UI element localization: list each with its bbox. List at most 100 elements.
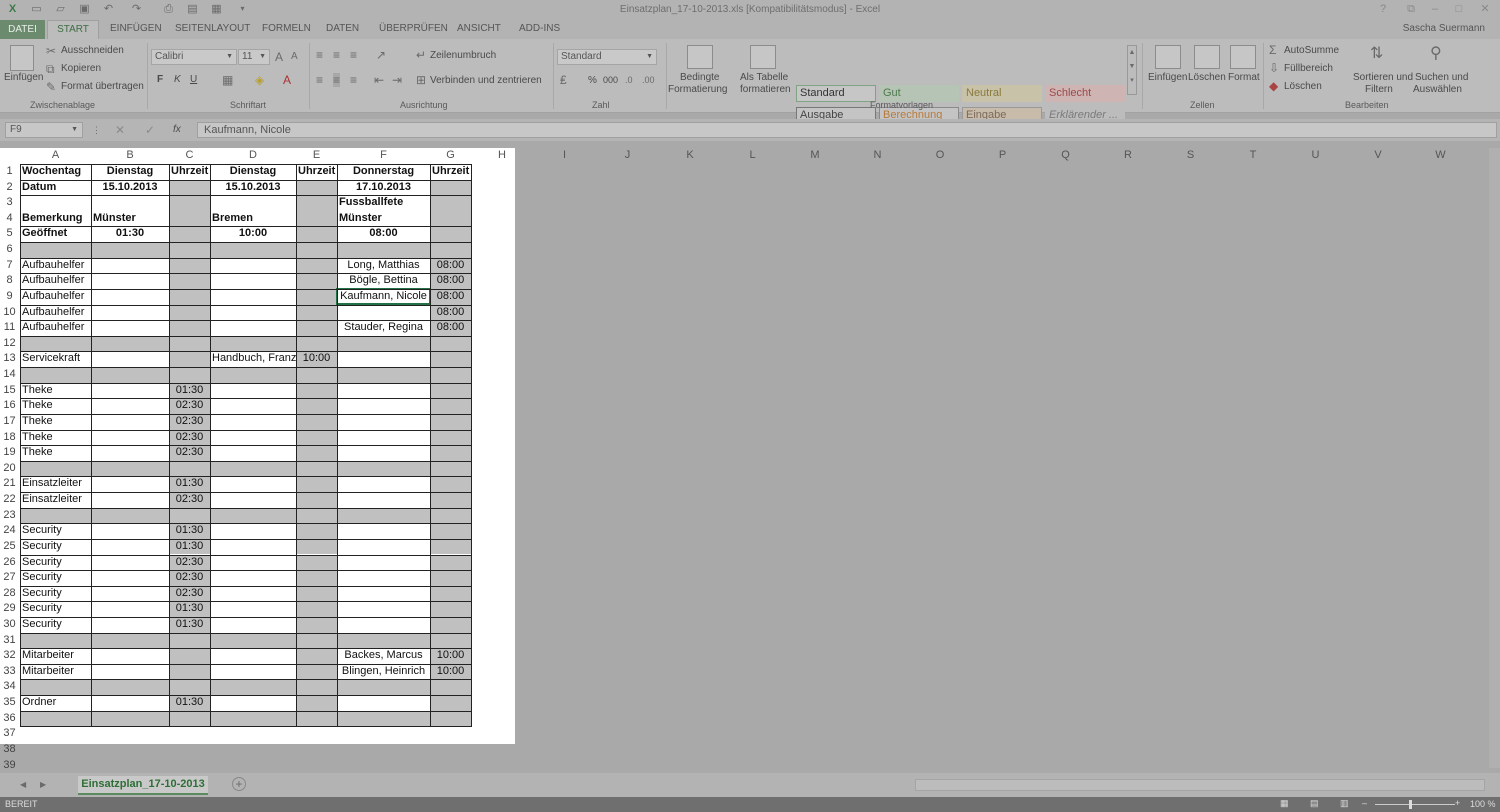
conditional-format-line2[interactable]: Formatierung [668,84,727,95]
format-as-table-line2[interactable]: formatieren [740,84,791,95]
zoom-slider-thumb[interactable] [1409,800,1412,809]
column-header-t[interactable]: T [1222,148,1284,163]
row-header[interactable]: 4 [0,211,19,226]
cell-a8[interactable]: Aufbauhelfer [20,273,91,288]
cell-g10[interactable]: 08:00 [430,305,471,320]
column-header-m[interactable]: M [784,148,846,163]
copy-icon[interactable]: ⧉ [46,62,55,76]
cell-a16[interactable]: Theke [20,398,91,413]
page-break-view-icon[interactable]: ▥ [1340,798,1349,809]
tab-ansicht[interactable]: ANSICHT [457,23,501,34]
bold-button[interactable]: F [157,74,163,85]
cell-a5[interactable]: Geöffnet [20,226,91,241]
row-header[interactable]: 5 [0,226,19,241]
cell-c15[interactable]: 01:30 [169,383,210,398]
cell-c29[interactable]: 01:30 [169,601,210,616]
column-header-i[interactable]: I [533,148,596,163]
font-color-icon[interactable]: A [283,73,291,87]
cell-f2[interactable]: 17.10.2013 [337,180,430,195]
zoom-slider[interactable] [1375,804,1455,805]
cell-f8[interactable]: Bögle, Bettina [337,273,430,288]
clear-button[interactable]: Löschen [1284,81,1322,92]
cell-a7[interactable]: Aufbauhelfer [20,258,91,273]
row-header[interactable]: 38 [0,742,19,757]
align-middle-icon[interactable]: ≡ [333,48,340,62]
format-as-table-line1[interactable]: Als Tabelle [740,72,788,83]
copy-button[interactable]: Kopieren [61,63,101,74]
delete-cells-button[interactable]: Löschen [1188,72,1226,83]
row-header[interactable]: 30 [0,617,19,632]
row-header[interactable]: 37 [0,726,19,741]
row-header[interactable]: 17 [0,414,19,429]
cell-c26[interactable]: 02:30 [169,555,210,570]
column-header-o[interactable]: O [909,148,971,163]
row-header[interactable]: 19 [0,445,19,460]
merge-center-button[interactable]: Verbinden und zentrieren [430,75,542,86]
cell-a26[interactable]: Security [20,555,91,570]
format-as-table-icon[interactable] [750,45,776,69]
decrease-decimal-icon[interactable]: .00 [642,73,655,87]
cell-style-4[interactable]: Schlecht [1045,85,1125,102]
cell-c17[interactable]: 02:30 [169,414,210,429]
font-size-select[interactable]: 11 ▼ [238,49,270,65]
fill-color-icon[interactable]: ◈ [255,73,264,87]
row-header[interactable]: 24 [0,523,19,538]
cell-c25[interactable]: 01:30 [169,539,210,554]
cell-c24[interactable]: 01:30 [169,523,210,538]
row-header[interactable]: 34 [0,679,19,694]
cell-a25[interactable]: Security [20,539,91,554]
cell-g32[interactable]: 10:00 [430,648,471,663]
ribbon-display-button[interactable]: ⧉ [1402,2,1420,16]
cell-f32[interactable]: Backes, Marcus [337,648,430,663]
row-header[interactable]: 25 [0,539,19,554]
decrease-indent-icon[interactable]: ⇤ [374,73,384,87]
row-header[interactable]: 11 [0,320,19,335]
row-header[interactable]: 39 [0,758,19,773]
paste-icon[interactable] [10,45,34,71]
page-layout-view-icon[interactable]: ▤ [1310,798,1319,809]
enter-icon[interactable]: ✓ [145,123,155,137]
row-header[interactable]: 23 [0,508,19,523]
autosum-button[interactable]: AutoSumme [1284,45,1339,56]
conditional-format-line1[interactable]: Bedingte [680,72,719,83]
cell-a27[interactable]: Security [20,570,91,585]
cell-f11[interactable]: Stauder, Regina [337,320,430,335]
cell-b5[interactable]: 01:30 [91,226,169,241]
wrap-text-button[interactable]: Zeilenumbruch [430,50,496,61]
cell-g1[interactable]: Uhrzeit [430,164,471,179]
paste-button[interactable]: Einfügen [4,72,43,83]
cell-g8[interactable]: 08:00 [430,273,471,288]
row-header[interactable]: 16 [0,398,19,413]
row-header[interactable]: 1 [0,164,19,179]
cell-a11[interactable]: Aufbauhelfer [20,320,91,335]
fill-button[interactable]: Füllbereich [1284,63,1333,74]
delete-cells-icon[interactable] [1194,45,1220,69]
cell-g11[interactable]: 08:00 [430,320,471,335]
increase-indent-icon[interactable]: ⇥ [392,73,402,87]
currency-icon[interactable]: ₤ [560,73,567,87]
zoom-level[interactable]: 100 % [1470,799,1496,809]
cell-a10[interactable]: Aufbauhelfer [20,305,91,320]
column-header-k[interactable]: K [659,148,721,163]
column-header-c[interactable]: C [169,148,210,163]
normal-view-icon[interactable]: ▦ [1280,798,1289,809]
find-select-line2[interactable]: Auswählen [1413,84,1462,95]
tab-formeln[interactable]: FORMELN [262,23,311,34]
cell-d13[interactable]: Handbuch, Franz [210,351,296,366]
cell-c30[interactable]: 01:30 [169,617,210,632]
cell-b4[interactable]: Münster [91,211,169,226]
find-select-icon[interactable]: ⚲ [1430,46,1442,62]
conditional-format-icon[interactable] [687,45,713,69]
cell-g7[interactable]: 08:00 [430,258,471,273]
row-header[interactable]: 26 [0,555,19,570]
tab-datei[interactable]: DATEI [0,20,45,39]
cell-c16[interactable]: 02:30 [169,398,210,413]
cell-a1[interactable]: Wochentag [20,164,91,179]
align-right-icon[interactable]: ≡ [350,73,357,87]
align-left-icon[interactable]: ≡ [316,73,323,87]
tab-daten[interactable]: DATEN [326,23,359,34]
cell-f33[interactable]: Blingen, Heinrich [337,664,430,679]
cell-a21[interactable]: Einsatzleiter [20,476,91,491]
formula-input[interactable]: Kaufmann, Nicole [197,122,1497,138]
row-header[interactable]: 33 [0,664,19,679]
